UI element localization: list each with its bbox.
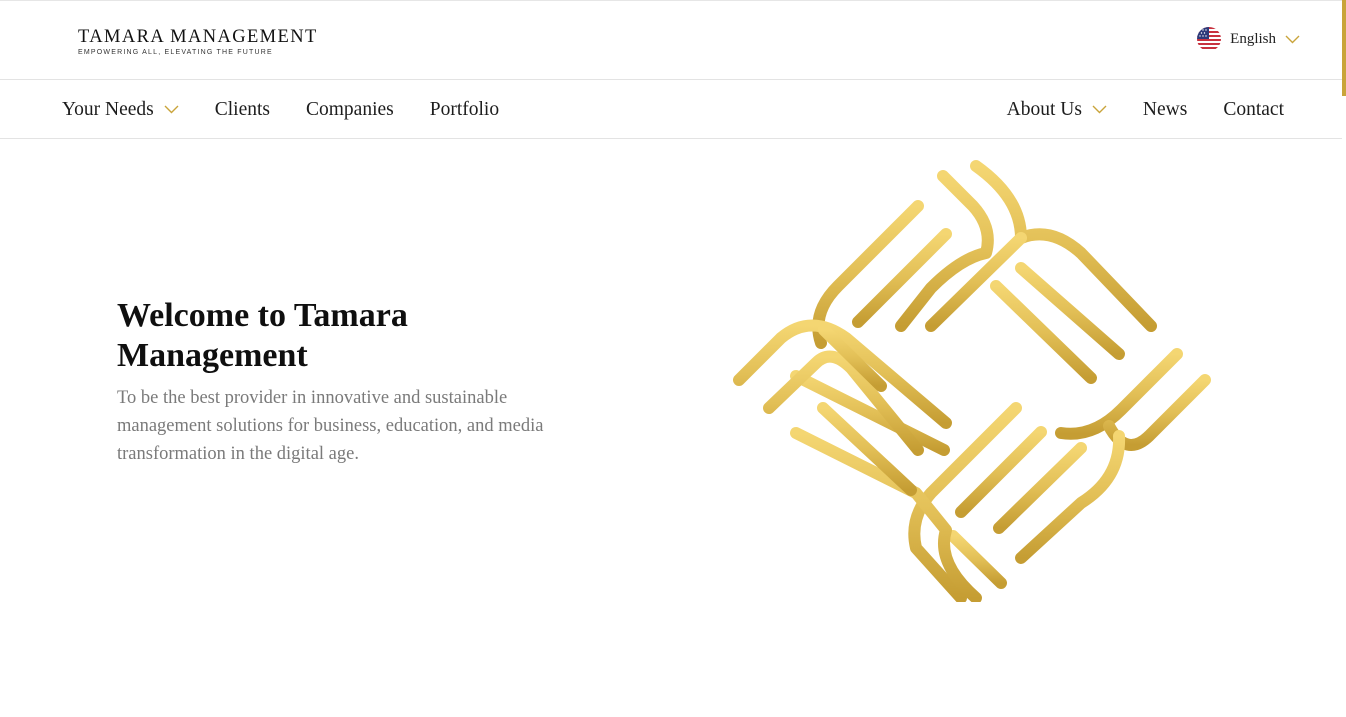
brand-logo-icon: [22, 15, 72, 70]
nav-item-clients[interactable]: Clients: [215, 99, 270, 121]
hero-title: Welcome to Tamara Management: [117, 297, 408, 374]
chevron-down-icon: [1285, 35, 1300, 44]
brand-name: TAMARA MANAGEMENT: [78, 27, 318, 47]
language-label: English: [1230, 30, 1276, 47]
nav-item-news[interactable]: News: [1143, 99, 1187, 121]
brand-logo-link[interactable]: TAMARA MANAGEMENT EMPOWERING ALL, ELEVAT…: [22, 15, 318, 70]
nav-item-label: News: [1142, 98, 1188, 120]
scrollbar-thumb[interactable]: [1342, 0, 1346, 96]
hero-subtitle: To be the best provider in innovative an…: [117, 388, 544, 464]
nav-item-contact[interactable]: Contact: [1223, 99, 1284, 121]
brand-tagline: EMPOWERING ALL, ELEVATING THE FUTURE: [78, 49, 273, 56]
language-selector[interactable]: English: [1197, 27, 1300, 51]
nav-item-companies[interactable]: Companies: [306, 99, 394, 121]
nav-item-label: Companies: [306, 98, 394, 120]
us-flag-icon: [1197, 27, 1222, 51]
nav-item-label: About Us: [1006, 98, 1082, 120]
top-bar: TAMARA MANAGEMENT EMPOWERING ALL, ELEVAT…: [0, 0, 1342, 80]
nav-item-label: Clients: [214, 98, 270, 120]
nav-item-portfolio[interactable]: Portfolio: [430, 99, 499, 121]
main-nav: Your Needs Clients Companies Portfolio A…: [0, 80, 1342, 139]
nav-item-your-needs[interactable]: Your Needs: [62, 99, 179, 121]
nav-item-label: Portfolio: [429, 98, 500, 120]
chevron-down-icon: [164, 105, 179, 114]
nav-item-label: Contact: [1223, 98, 1284, 120]
chevron-down-icon: [1092, 105, 1107, 114]
nav-item-label: Your Needs: [62, 98, 154, 120]
nav-item-about-us[interactable]: About Us: [1007, 99, 1107, 121]
hero-logo-graphic: [731, 158, 1211, 602]
